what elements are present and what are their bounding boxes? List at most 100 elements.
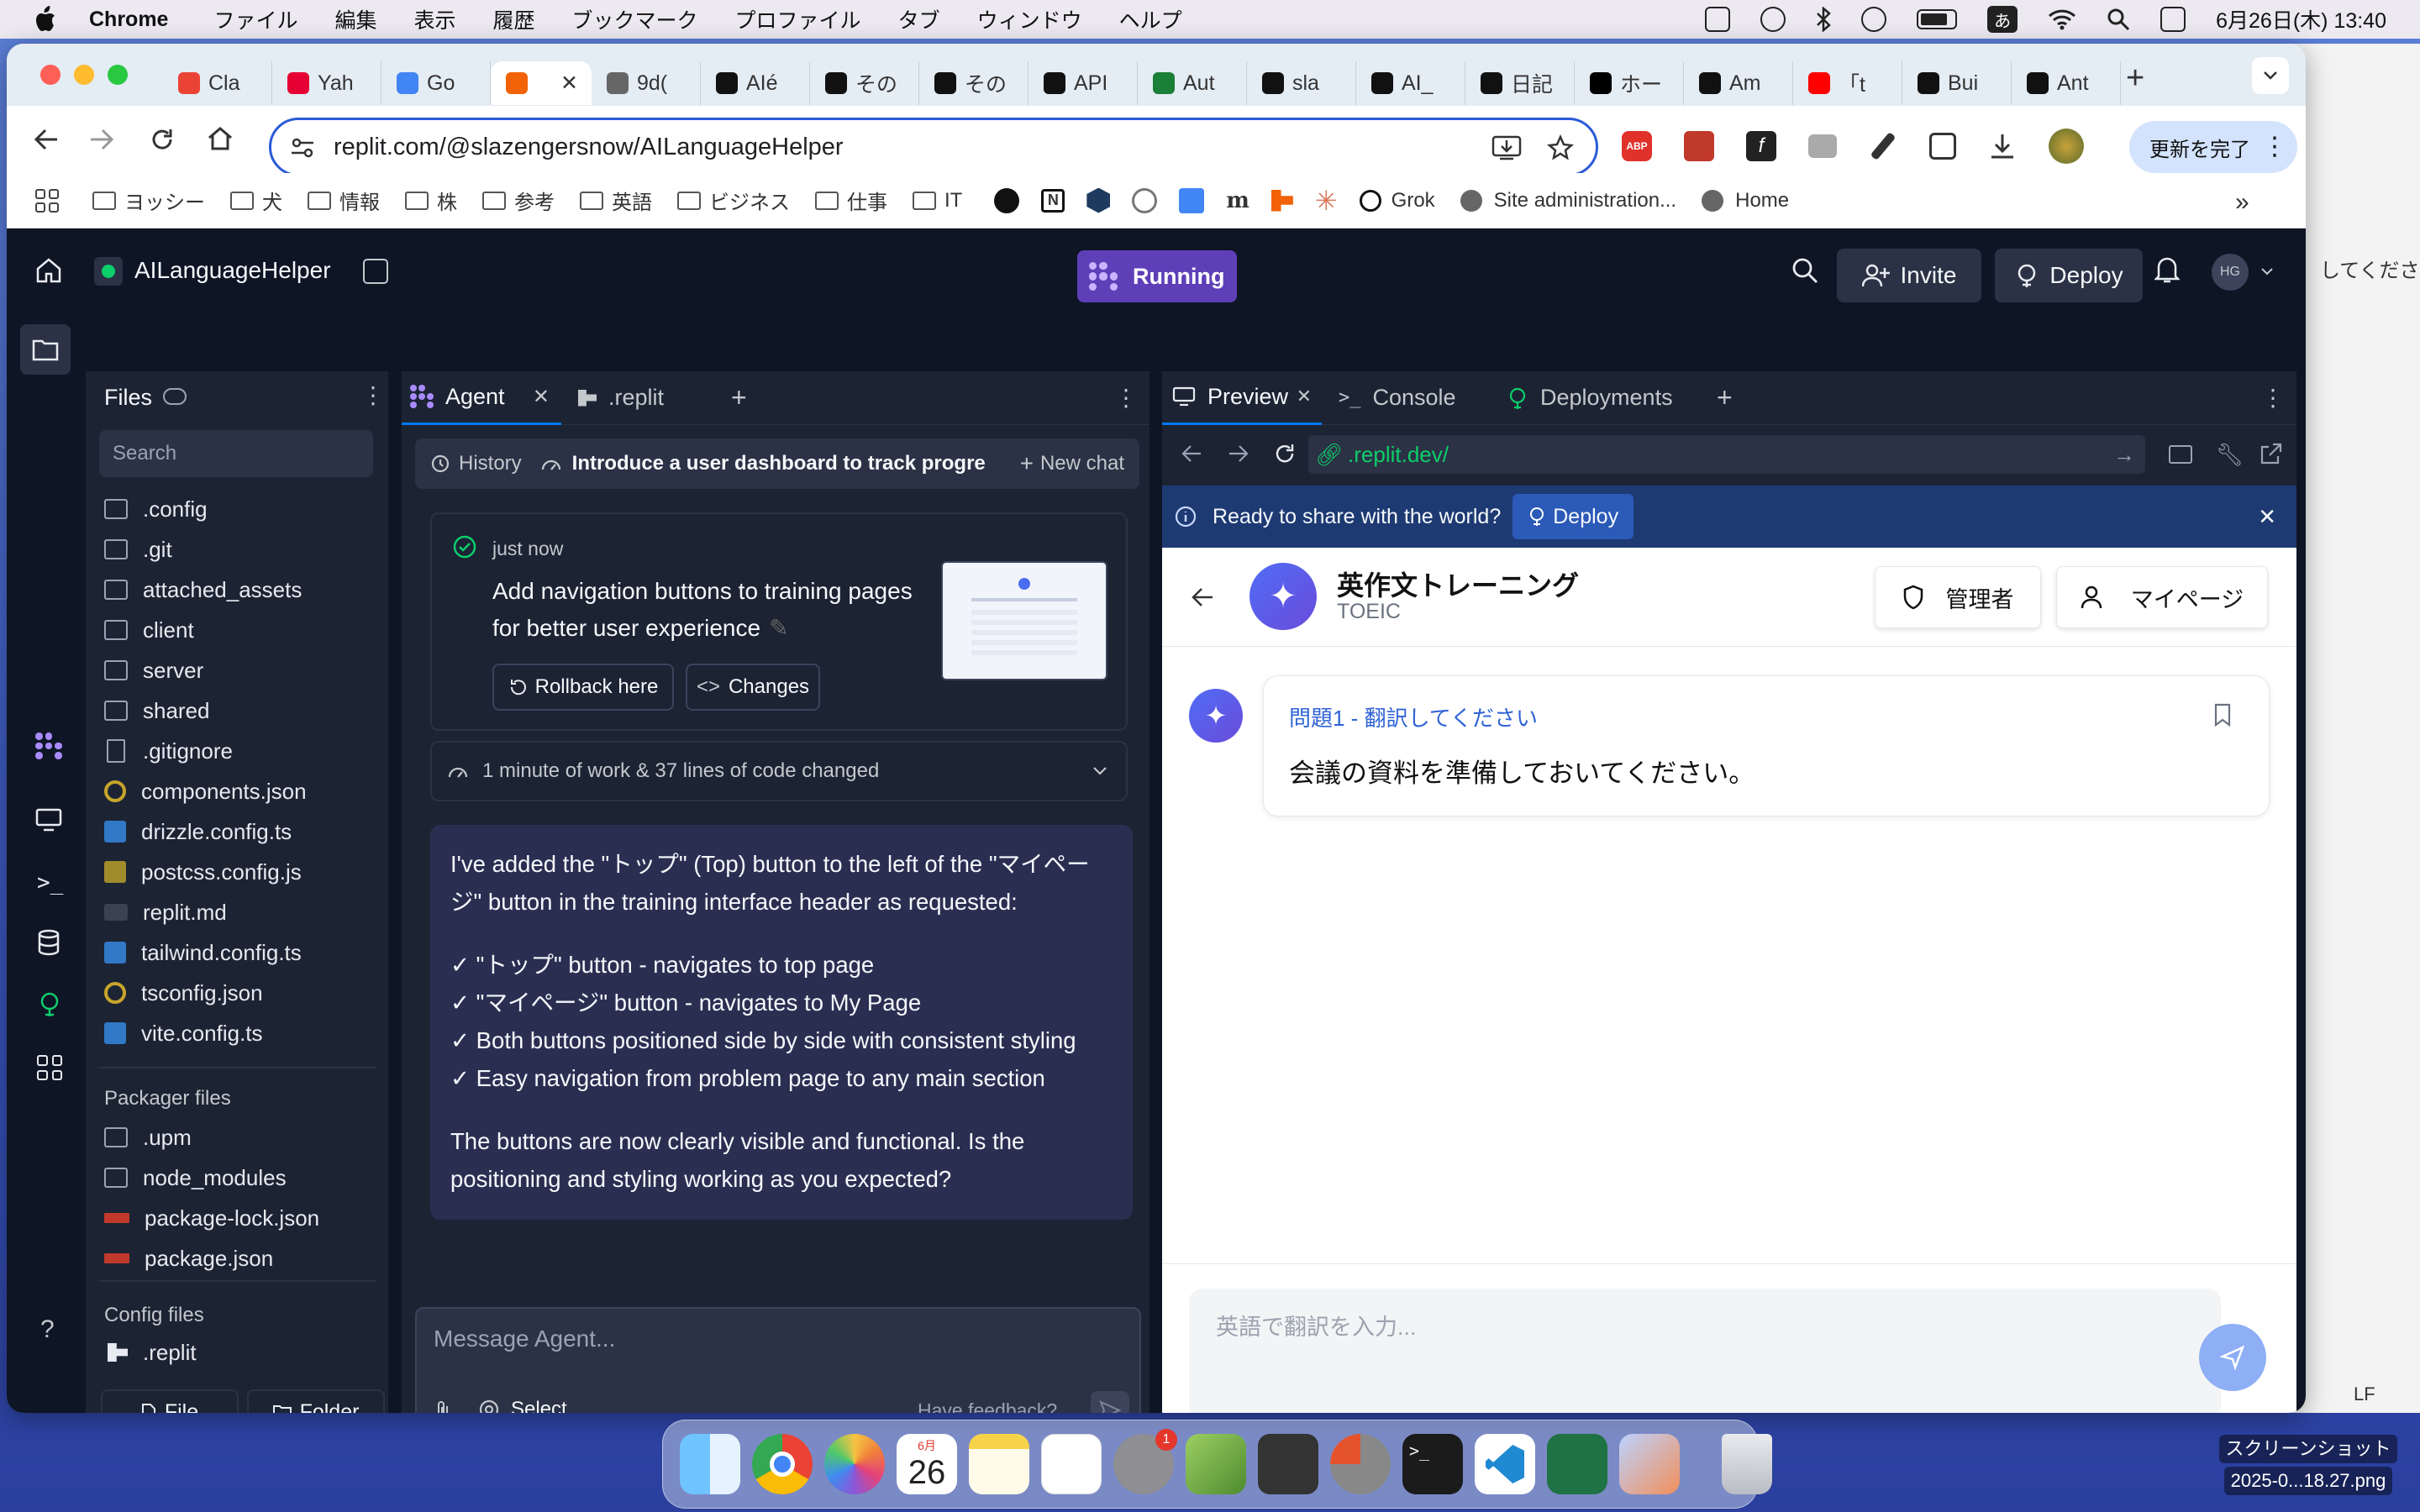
browser-tab[interactable]: その [810,61,919,105]
webview-reload-icon[interactable] [1273,442,1297,465]
deploy-button[interactable]: Deploy [1995,249,2143,302]
wifi-icon[interactable] [2048,8,2076,30]
menubar-clock[interactable]: 6月26日(木) 13:40 [2216,4,2386,34]
invite-button[interactable]: Invite [1837,249,1981,302]
file-item[interactable]: package-lock.json [86,1198,388,1238]
tab-deployments[interactable]: Deployments [1490,371,1708,425]
database-tool-icon[interactable] [37,929,60,956]
spotlight-search-icon[interactable] [2107,8,2130,31]
chevron-down-icon[interactable] [2260,267,2274,276]
screenshot-thumbnail[interactable]: スクリーンショット 2025-0...18.27.png [2203,1435,2413,1509]
open-arrow-icon[interactable]: → [2113,442,2135,468]
zoom-window-button[interactable] [108,65,128,85]
replit-bookmark-icon[interactable] [1270,189,1293,212]
notes-icon[interactable] [969,1434,1029,1494]
extension-red-icon[interactable] [1684,131,1714,161]
menu-file[interactable]: ファイル [213,4,297,34]
search-icon[interactable] [1791,257,1818,284]
bookmark-folder[interactable]: ビジネス [677,186,790,215]
rollback-button[interactable]: Rollback here [492,664,674,711]
bookmark-folder[interactable]: 英語 [580,186,652,215]
vscode-icon[interactable] [1475,1434,1535,1494]
mypage-button[interactable]: マイページ [2056,566,2268,628]
preview-panel-menu-icon[interactable]: ⋮ [2261,384,2285,412]
bookmark-icon[interactable] [2213,703,2232,727]
menu-bookmarks[interactable]: ブックマーク [572,4,698,34]
all-tools-icon[interactable] [37,1055,62,1080]
file-item[interactable]: tailwind.config.ts [86,932,388,973]
browser-tab[interactable]: AIé [701,61,810,105]
time-machine-icon[interactable] [1861,7,1887,32]
m-bookmark-icon[interactable]: m [1226,188,1249,213]
browser-tab[interactable]: Yah [272,61,381,105]
browser-tab[interactable]: Am [1684,61,1793,105]
close-banner-icon[interactable]: ✕ [2258,504,2276,530]
project-info-icon[interactable] [363,259,388,284]
edit-pencil-icon[interactable]: ✎ [769,615,788,641]
console-tool-icon[interactable]: >_ [37,870,63,895]
tab-agent[interactable]: Agent ✕ [402,371,561,425]
menu-tab[interactable]: タブ [898,4,940,34]
file-item[interactable]: vite.config.ts [86,1013,388,1053]
file-item[interactable]: node_modules [86,1158,388,1198]
bookmark-folder[interactable]: 犬 [230,186,282,215]
install-app-icon[interactable] [1491,135,1522,160]
forward-arrow-icon[interactable] [89,128,114,151]
camera-icon[interactable] [1808,134,1837,158]
formula-extension-icon[interactable]: f [1746,131,1776,161]
file-item[interactable]: components.json [86,771,388,811]
add-tab-button[interactable]: + [1717,382,1733,413]
message-agent-input[interactable]: Message Agent... [434,1326,1123,1359]
file-item[interactable]: .config [86,489,388,529]
file-item[interactable]: .gitignore [86,731,388,771]
play-icon[interactable] [1760,7,1786,32]
control-center-icon[interactable] [2160,7,2186,32]
deployments-tool-icon[interactable] [37,991,62,1018]
browser-tab[interactable]: ホー [1575,61,1684,105]
notion-bookmark-icon[interactable]: N [1041,188,1065,213]
excel-icon[interactable] [1547,1434,1607,1494]
notification-bell-icon[interactable] [2154,255,2180,284]
eyedropper-icon[interactable] [1870,131,1897,161]
run-status-button[interactable]: Running [1077,250,1237,302]
profile-avatar[interactable] [2049,129,2084,164]
hexagon-bookmark-icon[interactable] [1086,187,1111,213]
browser-tab[interactable]: sla [1247,61,1356,105]
admin-button[interactable]: 管理者 [1875,566,2041,628]
menu-window[interactable]: ウィンドウ [977,4,1082,34]
bookmark-star-icon[interactable] [1547,134,1574,161]
menu-edit[interactable]: 編集 [334,4,376,34]
bookmark-grok[interactable]: Grok [1359,189,1435,213]
bookmark-folder[interactable]: 仕事 [815,186,887,215]
file-item[interactable]: shared [86,690,388,731]
menu-history[interactable]: 履歴 [493,4,535,34]
tab-console[interactable]: >_ Console [1322,371,1490,425]
file-item[interactable]: tsconfig.json [86,973,388,1013]
bookmark-site-admin[interactable]: Site administration... [1460,189,1676,213]
changes-button[interactable]: <> Changes [686,664,820,711]
new-folder-button[interactable]: Folder [247,1389,385,1413]
checkpoint-thumbnail[interactable] [941,561,1107,680]
home-icon[interactable] [35,257,62,284]
browser-tab[interactable]: 日記 [1465,61,1575,105]
reload-icon[interactable] [150,127,175,152]
project-name[interactable]: AILanguageHelper [134,257,331,284]
download-icon[interactable] [1988,132,2017,160]
trash-icon[interactable] [1722,1434,1772,1494]
browser-tab[interactable]: AI_ [1356,61,1465,105]
minimize-window-button[interactable] [74,65,94,85]
close-tab-icon[interactable]: ✕ [1297,386,1312,407]
openai-bookmark-icon[interactable] [1132,187,1158,213]
select-element-button[interactable]: Select [477,1398,567,1413]
calendar-icon[interactable]: 6月 26 [897,1434,957,1494]
project-avatar[interactable] [94,257,123,286]
file-item[interactable]: .upm [86,1117,388,1158]
apps-grid-icon[interactable] [35,188,59,213]
script-editor-icon[interactable] [1186,1434,1246,1494]
browser-tab[interactable]: その [919,61,1028,105]
finder-icon[interactable] [680,1434,740,1494]
bookmark-home[interactable]: Home [1702,189,1789,213]
file-item[interactable]: replit.md [86,892,388,932]
help-icon[interactable]: ? [40,1315,55,1344]
webview-forward-icon[interactable] [1228,444,1249,464]
